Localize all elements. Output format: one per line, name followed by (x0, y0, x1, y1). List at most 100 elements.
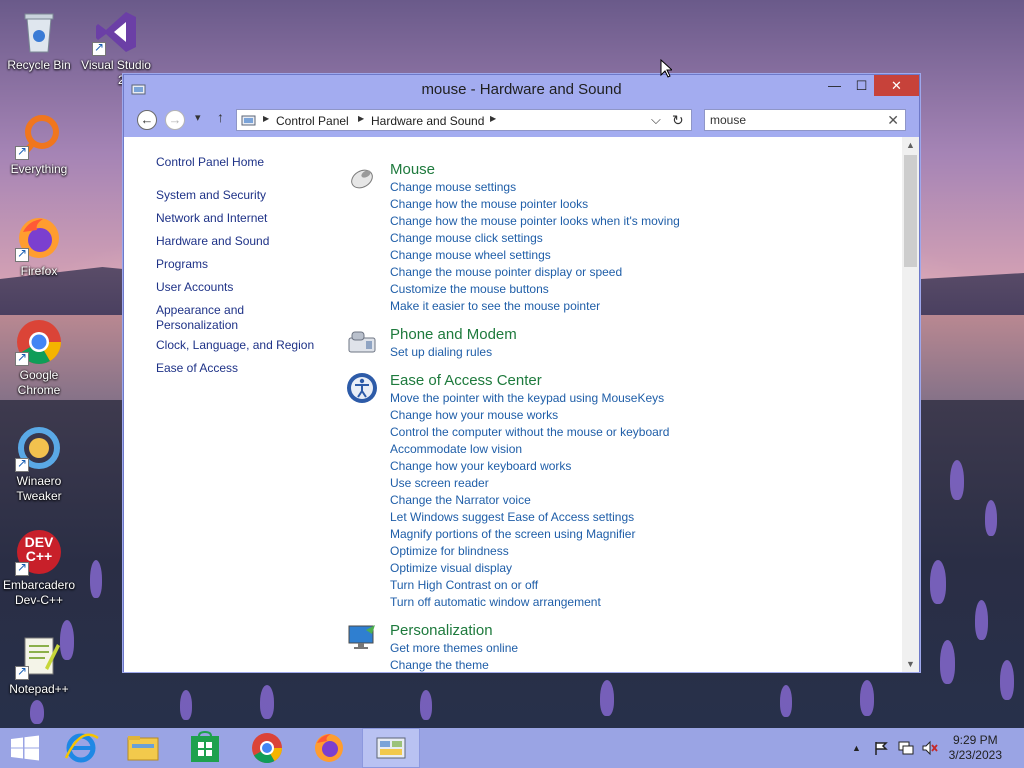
notepadpp-icon (15, 632, 63, 680)
result-link[interactable]: Customize the mouse buttons (390, 282, 549, 296)
result-link[interactable]: Get more themes online (390, 641, 518, 655)
result-link[interactable]: Accommodate low vision (390, 442, 522, 456)
maximize-button[interactable]: ☐ (848, 75, 875, 96)
refresh-button[interactable]: ↻ (672, 112, 684, 129)
system-clock[interactable]: 9:29 PM 3/23/2023 (949, 733, 1002, 763)
result-link[interactable]: Change mouse click settings (390, 231, 543, 245)
result-link[interactable]: Change how the mouse pointer looks (390, 197, 588, 211)
minimize-button[interactable]: — (821, 75, 848, 96)
result-link[interactable]: Change how the mouse pointer looks when … (390, 214, 680, 228)
start-button[interactable] (0, 728, 50, 768)
desktop-icon-label: Firefox (20, 264, 58, 278)
title-bar[interactable]: mouse - Hardware and Sound — ☐ ✕ (124, 75, 919, 103)
nav-user-accounts[interactable]: User Accounts (156, 280, 233, 295)
address-toolbar: ← → ▾ ↑ ▶ Control Panel ▶ Hardware and S… (124, 103, 919, 137)
breadcrumb-hardware-and-sound[interactable]: Hardware and Sound (371, 114, 484, 128)
address-dropdown-button[interactable]: ⌵ (651, 112, 661, 128)
result-link[interactable]: Change mouse wheel settings (390, 248, 551, 262)
desktop-icon-everything[interactable]: Everything (1, 112, 77, 177)
address-bar[interactable]: ▶ Control Panel ▶ Hardware and Sound ▶ ⌵… (236, 109, 692, 131)
nav-ease-of-access[interactable]: Ease of Access (156, 361, 238, 376)
result-link[interactable]: Change how your mouse works (390, 408, 558, 422)
nav-system-and-security[interactable]: System and Security (156, 188, 266, 203)
result-link[interactable]: Turn off automatic window arrangement (390, 595, 601, 609)
desktop-icon-chrome[interactable]: Google Chrome (1, 318, 77, 398)
taskbar-chrome[interactable] (238, 728, 296, 768)
taskbar-store[interactable] (176, 728, 234, 768)
scroll-up-button[interactable]: ▲ (902, 137, 919, 153)
nav-appearance-and-personalization[interactable]: Appearance and (156, 303, 244, 318)
search-input[interactable] (705, 110, 875, 130)
result-title-phone-and-modem[interactable]: Phone and Modem (390, 326, 517, 343)
action-center-flag-icon[interactable] (873, 740, 889, 759)
up-button[interactable]: ↑ (217, 109, 224, 125)
desktop-icon-label: Notepad++ (9, 682, 69, 696)
result-title-personalization[interactable]: Personalization (390, 622, 493, 639)
everything-icon (15, 112, 63, 160)
breadcrumb-separator-icon[interactable]: ▶ (358, 114, 364, 123)
result-link[interactable]: Make it easier to see the mouse pointer (390, 299, 600, 313)
breadcrumb-separator-icon: ▶ (263, 114, 270, 123)
taskbar-file-explorer[interactable] (114, 728, 172, 768)
result-link[interactable]: Change the Narrator voice (390, 493, 531, 507)
result-link[interactable]: Change mouse settings (390, 180, 516, 194)
back-button[interactable]: ← (137, 110, 157, 130)
nav-control-panel-home[interactable]: Control Panel Home (156, 155, 264, 170)
taskbar-firefox[interactable] (300, 728, 358, 768)
taskbar-internet-explorer[interactable] (52, 728, 110, 768)
content-pane: Control Panel Home System and Security N… (124, 137, 903, 672)
nav-network-and-internet[interactable]: Network and Internet (156, 211, 267, 226)
windows-logo-icon (11, 735, 39, 761)
breadcrumb-separator-icon[interactable]: ▶ (490, 114, 496, 123)
result-title-ease-of-access-center[interactable]: Ease of Access Center (390, 372, 542, 389)
result-title-mouse[interactable]: Mouse (390, 161, 435, 178)
nav-clock-language-region[interactable]: Clock, Language, and Region (156, 338, 314, 353)
store-icon (191, 730, 219, 762)
result-link[interactable]: Change the theme (390, 658, 489, 672)
desktop-icon-label: Winaero (16, 474, 62, 488)
desktop-icon-firefox[interactable]: Firefox (1, 214, 77, 279)
nav-appearance-and-personalization[interactable]: Personalization (156, 318, 238, 333)
result-link[interactable]: Turn High Contrast on or off (390, 578, 538, 592)
result-link[interactable]: Optimize for blindness (390, 544, 509, 558)
result-link[interactable]: Optimize visual display (390, 561, 512, 575)
result-link[interactable]: Set up dialing rules (390, 345, 492, 359)
desktop-icon-notepadpp[interactable]: Notepad++ (1, 632, 77, 697)
desktop-icon-label: Everything (10, 162, 68, 176)
desktop-icon-label: Chrome (17, 383, 61, 397)
desktop-icon-label: Tweaker (16, 489, 62, 503)
scrollbar-thumb[interactable] (904, 155, 917, 267)
result-link[interactable]: Change how your keyboard works (390, 459, 571, 473)
desktop-icon-label: Embarcadero (2, 578, 76, 592)
result-link[interactable]: Change the mouse pointer display or spee… (390, 265, 622, 279)
search-box[interactable]: ✕ (704, 109, 906, 131)
show-hidden-icons-button[interactable]: ▲ (852, 743, 861, 753)
recent-locations-button[interactable]: ▾ (195, 111, 201, 124)
result-link[interactable]: Control the computer without the mouse o… (390, 425, 669, 439)
taskbar-control-panel[interactable] (362, 728, 420, 768)
forward-button[interactable]: → (165, 110, 185, 130)
scroll-down-button[interactable]: ▼ (902, 656, 919, 672)
close-button[interactable]: ✕ (874, 75, 919, 96)
vertical-scrollbar[interactable]: ▲ ▼ (902, 137, 919, 672)
nav-programs[interactable]: Programs (156, 257, 208, 272)
nav-hardware-and-sound[interactable]: Hardware and Sound (156, 234, 269, 249)
desktop-icon-winaero[interactable]: Winaero Tweaker (1, 424, 77, 504)
result-link[interactable]: Use screen reader (390, 476, 489, 490)
desktop-icon-label: Visual Studio (81, 58, 151, 72)
firefox-icon (315, 734, 343, 762)
devcpp-icon: DEV C++ (15, 528, 63, 576)
desktop-icon-label: Google (19, 368, 59, 382)
internet-explorer-icon (64, 733, 99, 763)
volume-muted-icon[interactable] (921, 740, 939, 759)
result-link[interactable]: Move the pointer with the keypad using M… (390, 391, 664, 405)
desktop-icon-devcpp[interactable]: DEV C++ Embarcadero Dev-C++ (1, 528, 77, 608)
folder-icon (127, 736, 159, 761)
desktop-icon-recycle-bin[interactable]: Recycle Bin (1, 8, 77, 73)
network-icon[interactable] (897, 740, 915, 759)
breadcrumb-control-panel[interactable]: Control Panel (276, 114, 349, 128)
result-link[interactable]: Let Windows suggest Ease of Access setti… (390, 510, 634, 524)
recycle-bin-icon (15, 8, 63, 56)
result-link[interactable]: Magnify portions of the screen using Mag… (390, 527, 635, 541)
clear-search-button[interactable]: ✕ (887, 112, 899, 129)
